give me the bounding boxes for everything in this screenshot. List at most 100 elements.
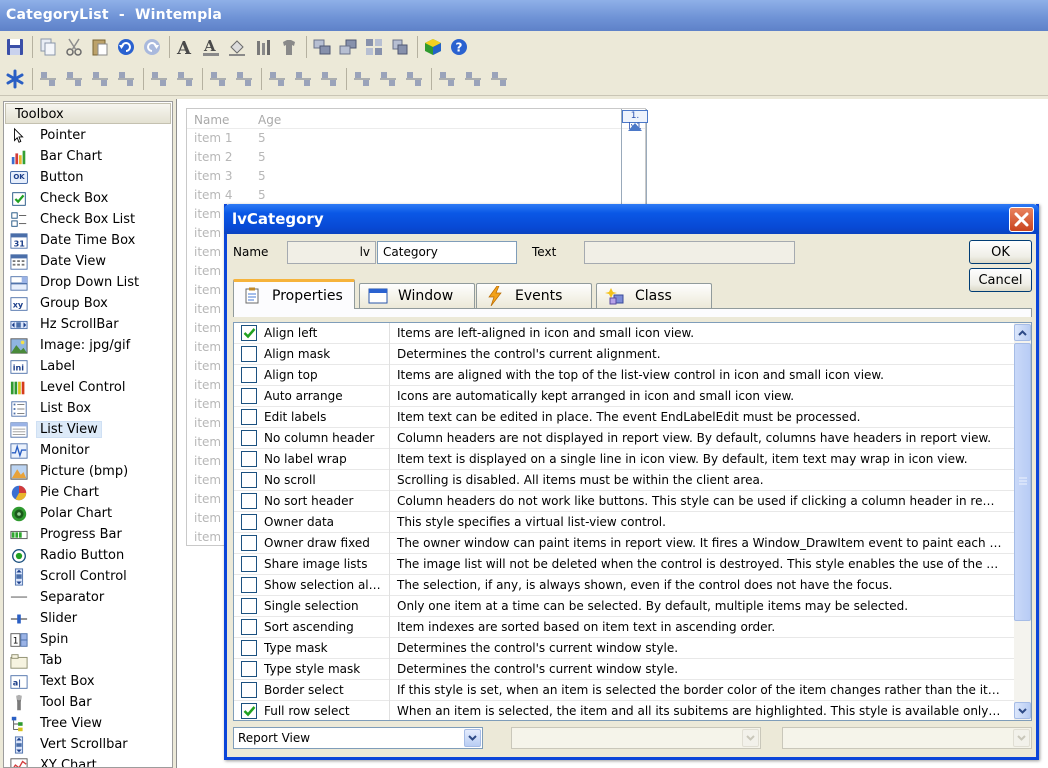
- cancel-button[interactable]: Cancel: [969, 268, 1032, 292]
- bring-front-button[interactable]: [311, 36, 333, 58]
- center-vertical-button[interactable]: [115, 68, 137, 90]
- undo-button[interactable]: [115, 36, 137, 58]
- toolbox-item-radio-button[interactable]: Radio Button: [4, 545, 172, 566]
- secondary-dropdown[interactable]: [511, 727, 761, 749]
- toolbox-item-level-control[interactable]: Level Control: [4, 377, 172, 398]
- toolbox-item-list-view[interactable]: List View: [4, 419, 172, 440]
- text-input[interactable]: [584, 241, 795, 264]
- cut-button[interactable]: [63, 36, 85, 58]
- property-checkbox[interactable]: [241, 472, 257, 488]
- property-checkbox[interactable]: [241, 493, 257, 509]
- help-button[interactable]: ?: [448, 36, 470, 58]
- fill-button[interactable]: [226, 36, 248, 58]
- send-back-button[interactable]: [337, 36, 359, 58]
- toolbox-item-button[interactable]: OK Button: [4, 167, 172, 188]
- grid-arrange-button[interactable]: [318, 68, 340, 90]
- ok-button[interactable]: OK: [969, 240, 1032, 264]
- property-row[interactable]: Share image lists The image list will not…: [234, 553, 1031, 575]
- toolbox-item-group-box[interactable]: xy Group Box: [4, 293, 172, 314]
- asterisk-button[interactable]: [4, 68, 26, 90]
- toolbox-item-scroll-control[interactable]: Scroll Control: [4, 566, 172, 587]
- toolbox-item-slider[interactable]: Slider: [4, 608, 172, 629]
- center-horizontal-button[interactable]: [89, 68, 111, 90]
- right-align-button[interactable]: [488, 68, 510, 90]
- secondary-dropdown-button[interactable]: [742, 729, 759, 747]
- space-columns2-button[interactable]: [233, 68, 255, 90]
- property-row[interactable]: Type mask Determines the control's curren…: [234, 637, 1031, 659]
- property-checkbox[interactable]: [241, 514, 257, 530]
- property-checkbox[interactable]: [241, 535, 257, 551]
- toolbox-item-label[interactable]: ini Label: [4, 356, 172, 377]
- toolbox-item-xy-chart[interactable]: XY Chart: [4, 755, 172, 767]
- group-button[interactable]: [389, 36, 411, 58]
- font-button[interactable]: A: [174, 36, 196, 58]
- expand-button[interactable]: [174, 68, 196, 90]
- space-rows-button[interactable]: [266, 68, 288, 90]
- align-left-edges-button[interactable]: [37, 68, 59, 90]
- tertiary-dropdown[interactable]: [782, 727, 1032, 749]
- property-checkbox[interactable]: [241, 619, 257, 635]
- middle-align-button[interactable]: [377, 68, 399, 90]
- scroll-down-button[interactable]: [1014, 702, 1031, 719]
- tertiary-dropdown-button[interactable]: [1013, 729, 1030, 747]
- name-input[interactable]: Category: [377, 241, 517, 264]
- property-row[interactable]: No column header Column headers are not d…: [234, 427, 1031, 449]
- toolbox-item-text-box[interactable]: a| Text Box: [4, 671, 172, 692]
- toolbox-item-date-view[interactable]: Date View: [4, 251, 172, 272]
- property-checkbox[interactable]: [241, 388, 257, 404]
- toolbox-item-picture-bmp[interactable]: Picture (bmp): [4, 461, 172, 482]
- copy-button[interactable]: [37, 36, 59, 58]
- property-row[interactable]: Type style mask Determines the control's …: [234, 658, 1031, 680]
- property-checkbox[interactable]: [241, 556, 257, 572]
- property-checkbox[interactable]: [241, 451, 257, 467]
- property-checkbox[interactable]: [241, 682, 257, 698]
- property-row[interactable]: Align top Items are aligned with the top …: [234, 364, 1031, 386]
- paste-button[interactable]: [89, 36, 111, 58]
- property-row[interactable]: Edit labels Item text can be edited in pl…: [234, 406, 1031, 428]
- tab-window[interactable]: Window: [359, 283, 475, 308]
- property-row[interactable]: Align mask Determines the control's curre…: [234, 343, 1031, 365]
- property-checkbox[interactable]: [241, 346, 257, 362]
- property-row[interactable]: Owner data This style specifies a virtual…: [234, 511, 1031, 533]
- property-row[interactable]: Sort ascending Item indexes are sorted ba…: [234, 616, 1031, 638]
- left-align-button[interactable]: [436, 68, 458, 90]
- toolbox-item-tool-bar[interactable]: Tool Bar: [4, 692, 172, 713]
- tab-properties[interactable]: Properties: [233, 279, 355, 309]
- toolbox-item-tab[interactable]: Tab: [4, 650, 172, 671]
- property-checkbox[interactable]: [241, 577, 257, 593]
- toolbox-item-pie-chart[interactable]: Pie Chart: [4, 482, 172, 503]
- center-align-button[interactable]: [462, 68, 484, 90]
- toolbox-item-vert-scrollbar[interactable]: Vert Scrollbar: [4, 734, 172, 755]
- property-checkbox[interactable]: [241, 325, 257, 341]
- toolbox-item-check-box-list[interactable]: Check Box List: [4, 209, 172, 230]
- bottom-align-button[interactable]: [403, 68, 425, 90]
- property-row[interactable]: Align left Items are left-aligned in icon…: [234, 323, 1031, 344]
- tab-events[interactable]: Events: [476, 283, 592, 308]
- top-align-button[interactable]: [351, 68, 373, 90]
- properties-scrollbar[interactable]: [1014, 323, 1031, 720]
- property-row[interactable]: Auto arrange Icons are automatically kept…: [234, 385, 1031, 407]
- property-row[interactable]: Single selection Only one item at a time …: [234, 595, 1031, 617]
- shrink-button[interactable]: [148, 68, 170, 90]
- brush-button[interactable]: [252, 36, 274, 58]
- toolbox-item-drop-down-list[interactable]: Drop Down List: [4, 272, 172, 293]
- property-row[interactable]: Border select If this style is set, when …: [234, 679, 1031, 701]
- properties-list[interactable]: Align left Items are left-aligned in icon…: [233, 322, 1032, 721]
- toolbox-item-bar-chart[interactable]: Bar Chart: [4, 146, 172, 167]
- property-row[interactable]: No scroll Scrolling is disabled. All item…: [234, 469, 1031, 491]
- property-checkbox[interactable]: [241, 367, 257, 383]
- property-row[interactable]: Show selection alw... The selection, if a…: [234, 574, 1031, 596]
- property-row[interactable]: No sort header Column headers do not work…: [234, 490, 1031, 512]
- toolbox-item-monitor[interactable]: Monitor: [4, 440, 172, 461]
- cube-button[interactable]: [422, 36, 444, 58]
- view-style-dropdown[interactable]: Report View: [233, 727, 483, 749]
- property-checkbox[interactable]: [241, 703, 257, 719]
- toolbox-item-hz-scrollbar[interactable]: Hz ScrollBar: [4, 314, 172, 335]
- toolbox-item-check-box[interactable]: Check Box: [4, 188, 172, 209]
- property-checkbox[interactable]: [241, 430, 257, 446]
- property-row[interactable]: No label wrap Item text is displayed on a…: [234, 448, 1031, 470]
- toolbox-item-pointer[interactable]: Pointer: [4, 125, 172, 146]
- property-checkbox[interactable]: [241, 640, 257, 656]
- toolbox-item-tree-view[interactable]: Tree View: [4, 713, 172, 734]
- property-checkbox[interactable]: [241, 661, 257, 677]
